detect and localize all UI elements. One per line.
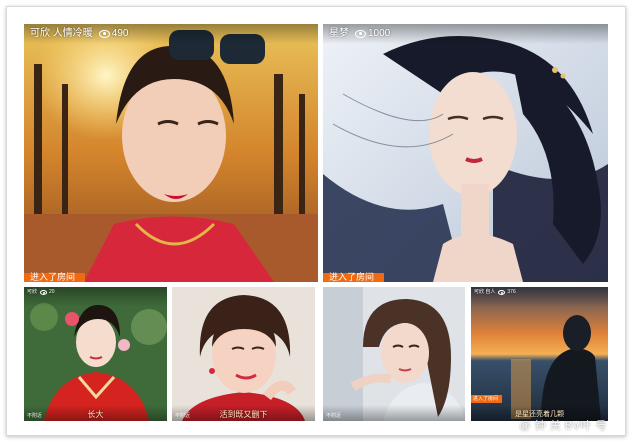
- entered-room-tag: 进入了房间: [471, 395, 503, 403]
- viewer-count: 1000: [368, 28, 391, 39]
- viewer-count: 376: [507, 289, 516, 295]
- card-5-thumbnail: [323, 287, 465, 421]
- caption-text: 活到既又删下: [219, 410, 268, 419]
- live-card-6[interactable]: 可欣 自人 376 进入了房间 是星还亮着几颗: [471, 287, 608, 421]
- host-name: 星梦: [329, 28, 349, 39]
- card-4-thumbnail: [172, 287, 315, 421]
- watermark-text: @ 钟 关 BV叶 号: [519, 420, 607, 432]
- host-name: 可欣: [27, 289, 38, 295]
- location-label: 不附近: [326, 413, 342, 419]
- card-1-thumbnail: [24, 24, 318, 282]
- caption-text: 长大: [87, 410, 104, 419]
- eye-icon: [98, 30, 110, 38]
- live-card-1[interactable]: 可欣 人情冷暖 490 进入了房间: [24, 24, 318, 282]
- live-card-2[interactable]: 星梦 1000 进入了房间: [323, 24, 608, 282]
- live-card-3[interactable]: 可欣 20 不附近 长大: [24, 287, 167, 421]
- eye-icon: [355, 30, 366, 38]
- host-name: 可欣 自人: [474, 289, 496, 295]
- host-name: 可欣 人情冷暖: [30, 28, 93, 39]
- live-card-4[interactable]: 不附近 活到既又删下: [172, 287, 315, 421]
- live-card-5[interactable]: 不附近: [323, 287, 465, 421]
- viewer-count: 20: [49, 289, 55, 295]
- card-3-thumbnail: [24, 287, 167, 421]
- photo-collage-frame: 可欣 人情冷暖 490 进入了房间 星梦 1000 进入了房间 可欣 20 不附…: [6, 6, 626, 436]
- entered-room-tag: 进入了房间: [323, 273, 385, 282]
- viewer-count: 490: [111, 28, 129, 39]
- entered-room-tag: 进入了房间: [24, 273, 86, 282]
- card-2-thumbnail: [323, 24, 608, 282]
- caption-text: 是星还亮着几颗: [515, 411, 564, 418]
- eye-icon: [498, 290, 506, 295]
- eye-icon: [40, 290, 48, 295]
